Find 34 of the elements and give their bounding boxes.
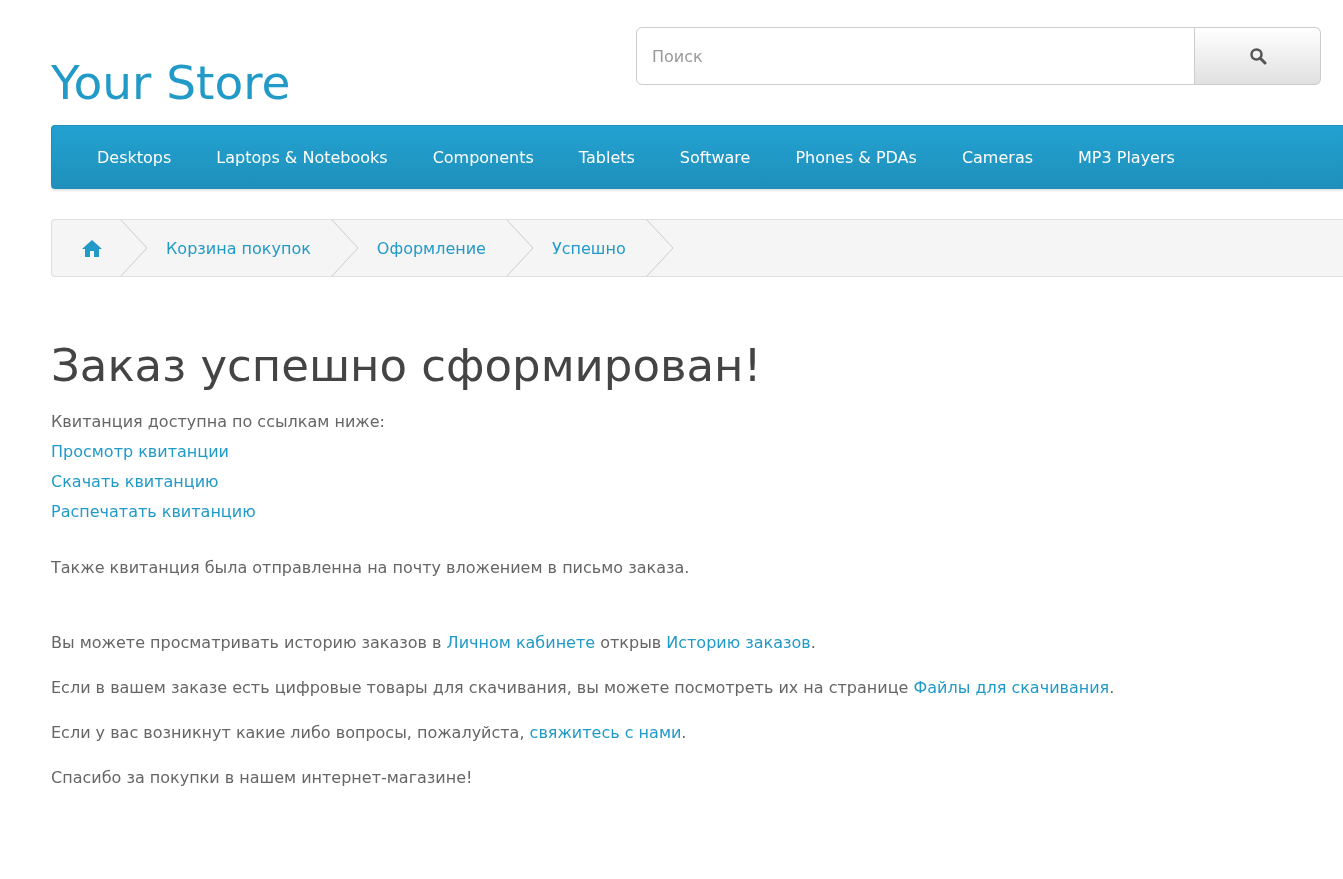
inline-link[interactable]: Файлы для скачивания	[913, 677, 1110, 697]
breadcrumb-link[interactable]: Успешно	[551, 238, 626, 258]
inline-link[interactable]: Личном кабинете	[446, 632, 596, 652]
home-icon[interactable]	[82, 239, 102, 257]
intro-text: Квитанция доступна по ссылкам ниже:	[51, 410, 386, 433]
menu-item[interactable]: Desktops	[97, 147, 172, 167]
menu-item[interactable]: Laptops & Notebooks	[216, 147, 388, 167]
breadcrumb-separator	[505, 220, 534, 276]
inline-link[interactable]: свяжитесь с нами	[529, 722, 682, 742]
paragraph: Также квитанция была отправленна на почту вложением в письмо заказа.	[51, 556, 691, 579]
search-button[interactable]	[1195, 27, 1321, 85]
menu-item[interactable]: Tablets	[578, 147, 635, 167]
receipt-link[interactable]: Просмотр квитанции	[51, 436, 1343, 467]
menu-item[interactable]: Cameras	[961, 147, 1033, 167]
menu-item[interactable]: Phones & PDAs	[795, 147, 917, 167]
search-icon	[1248, 47, 1267, 65]
search-field[interactable]: Поиск	[636, 27, 1195, 85]
menu-item[interactable]: MP3 Players	[1078, 147, 1175, 167]
inline-link[interactable]: Историю заказов	[666, 632, 811, 652]
paragraph: Вы можете просматривать историю заказов в Личном кабинете открыв Историю заказов.	[51, 631, 817, 654]
breadcrumb-link[interactable]: Корзина покупок	[166, 238, 311, 258]
store-logo[interactable]: Your Store	[51, 59, 291, 106]
paragraph: Спасибо за покупки в нашем интернет-магазине!	[51, 766, 474, 789]
breadcrumb-separator	[120, 220, 148, 276]
breadcrumb-separator	[645, 220, 674, 276]
page-heading: Заказ успешно сформирован!	[51, 341, 763, 391]
paragraph: Если в вашем заказе есть цифровые товары для скачивания, вы можете посмотреть их на странице Файлы для скачивания.	[51, 676, 1116, 699]
menu-item[interactable]: Components	[432, 147, 534, 167]
receipt-link[interactable]: Скачать квитанцию	[51, 466, 1343, 497]
receipt-link[interactable]: Распечатать квитанцию	[51, 496, 1343, 527]
menu-item[interactable]: Software	[679, 147, 751, 167]
breadcrumb-separator	[330, 220, 359, 276]
breadcrumb-link[interactable]: Оформление	[376, 238, 486, 258]
paragraph: Если у вас возникнут какие либо вопросы, пожалуйста, свяжитесь с нами.	[51, 721, 688, 744]
